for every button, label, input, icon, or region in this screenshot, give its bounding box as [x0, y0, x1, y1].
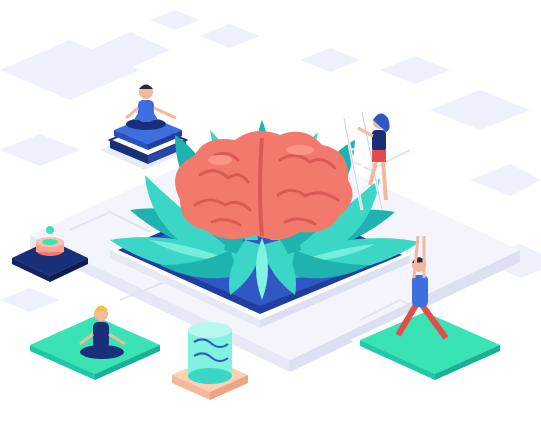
meditation-illustration: [0, 10, 541, 400]
sitting-yoga-person-icon: [20, 305, 170, 380]
meditating-person-icon: [100, 84, 190, 170]
brain-icon: [175, 131, 353, 240]
